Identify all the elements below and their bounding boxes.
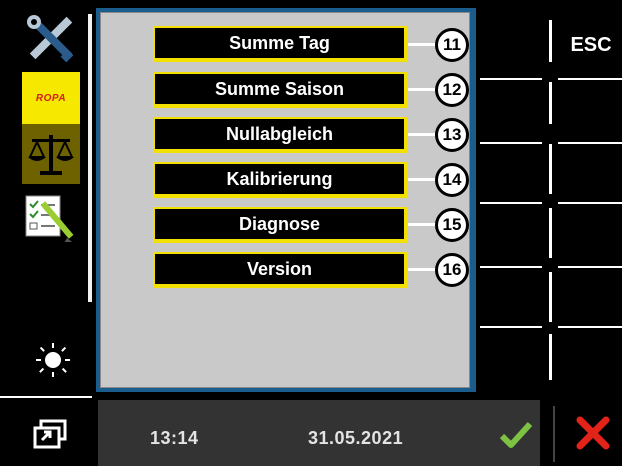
leader-line <box>408 178 436 181</box>
leader-line <box>408 223 436 226</box>
leader-line <box>408 268 436 271</box>
grid-divider <box>480 266 542 268</box>
grid-divider <box>549 20 552 62</box>
clock-date: 31.05.2021 <box>308 428 404 448</box>
menu-button-label: Summe Saison <box>214 78 345 99</box>
callout-number: 13 <box>435 118 469 152</box>
tools-icon[interactable] <box>20 14 80 64</box>
window-switch-icon[interactable] <box>30 414 74 454</box>
menu-button-label: Diagnose <box>238 213 321 234</box>
brand-text: ROPA <box>35 92 67 104</box>
sidebar: ROPA <box>0 0 92 392</box>
grid-divider <box>558 266 622 268</box>
callout-number: 14 <box>435 163 469 197</box>
grid-divider <box>558 142 622 144</box>
clock-time: 13:14 <box>150 428 199 448</box>
grid-divider <box>480 78 542 80</box>
grid-divider <box>549 82 552 124</box>
grid-divider <box>549 144 552 194</box>
callout-number: 11 <box>435 28 469 62</box>
esc-button[interactable]: ESC <box>560 34 622 57</box>
brightness-icon[interactable] <box>20 340 80 380</box>
leader-line <box>408 43 436 46</box>
grid-divider <box>549 208 552 258</box>
menu-panel <box>100 12 470 388</box>
grid-divider <box>549 334 552 380</box>
grid-divider <box>558 78 622 80</box>
menu-button-label: Summe Tag <box>229 32 330 53</box>
callout-number: 16 <box>435 253 469 287</box>
cancel-x-icon[interactable] <box>574 414 612 452</box>
grid-divider <box>558 202 622 204</box>
menu-button-summe-tag[interactable]: Summe Tag <box>153 26 408 62</box>
grid-divider <box>480 326 542 328</box>
scale-icon[interactable] <box>22 124 80 184</box>
callout-number: 15 <box>435 208 469 242</box>
menu-button-nullabgleich[interactable]: Nullabgleich <box>153 117 408 153</box>
menu-button-summe-saison[interactable]: Summe Saison <box>153 72 408 108</box>
sidebar-scrollbar[interactable] <box>88 14 92 302</box>
callout-number: 12 <box>435 73 469 107</box>
sidebar-divider <box>0 396 92 398</box>
menu-button-label: Nullabgleich <box>225 123 333 144</box>
grid-divider <box>480 142 542 144</box>
leader-line <box>408 133 436 136</box>
menu-button-diagnose[interactable]: Diagnose <box>153 207 408 243</box>
menu-button-version[interactable]: Version <box>153 252 408 288</box>
grid-divider <box>549 272 552 322</box>
grid-divider <box>480 202 542 204</box>
menu-button-kalibrierung[interactable]: Kalibrierung <box>153 162 408 198</box>
leader-line <box>408 88 436 91</box>
checklist-icon[interactable] <box>20 192 80 243</box>
menu-button-label: Kalibrierung <box>226 168 333 189</box>
brand-logo[interactable]: ROPA <box>22 72 80 124</box>
menu-button-label: Version <box>246 258 313 279</box>
grid-divider <box>558 326 622 328</box>
confirm-check-icon[interactable] <box>496 414 536 454</box>
bottom-separator <box>553 406 555 462</box>
